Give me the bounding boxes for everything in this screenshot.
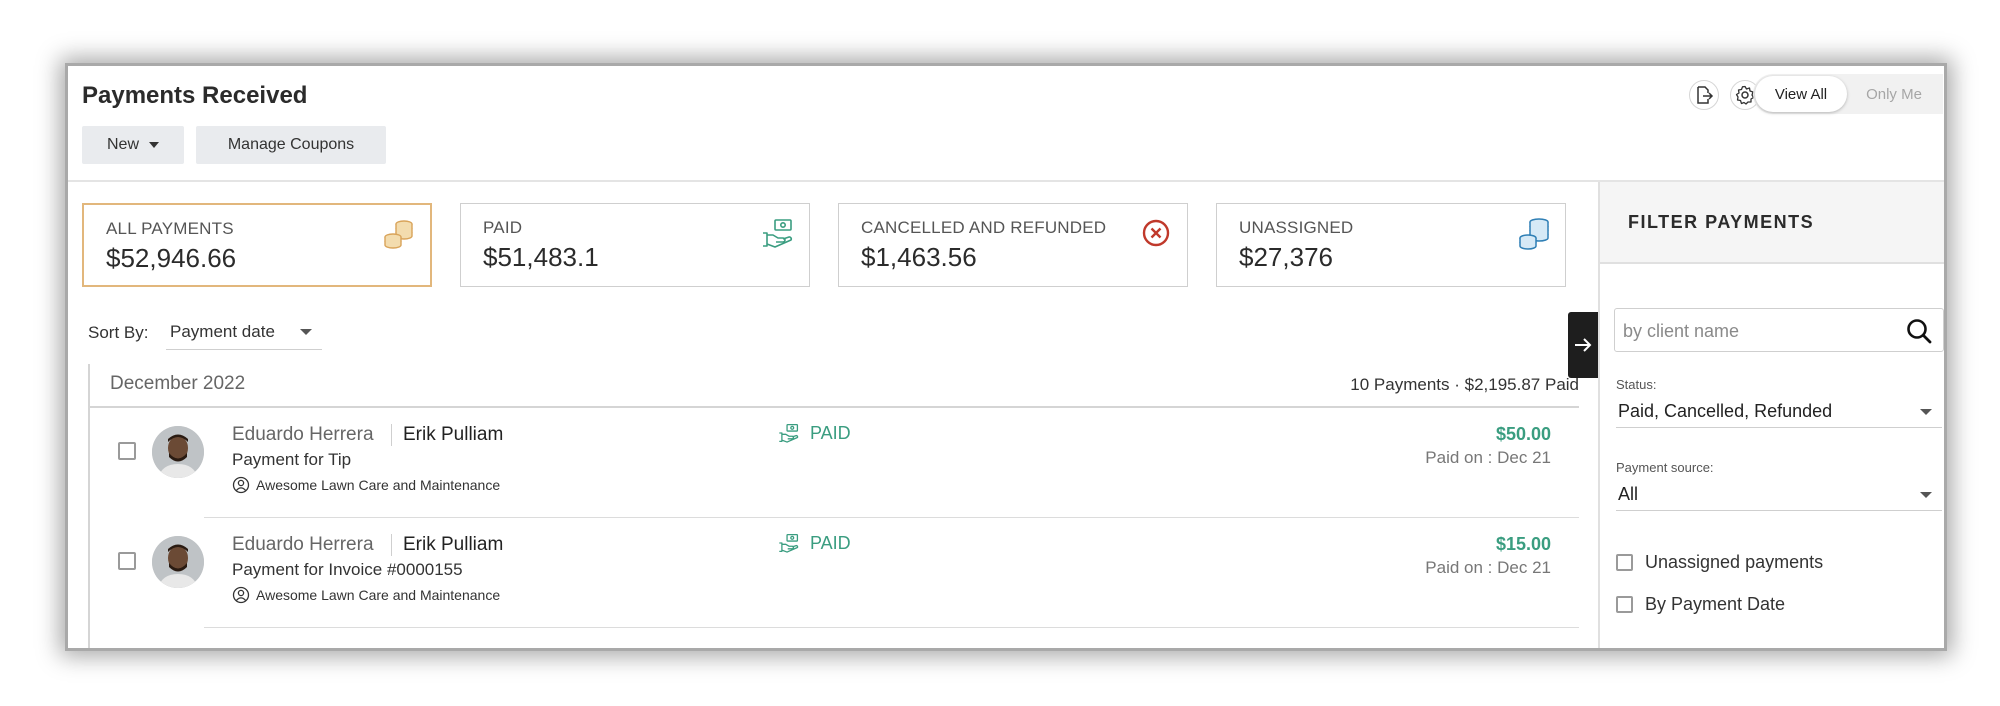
caret-down-icon (1920, 409, 1932, 415)
checkbox-label: By Payment Date (1645, 594, 1786, 614)
card-value: $27,376 (1239, 242, 1333, 272)
by-payment-date-checkbox[interactable]: By Payment Date (1616, 594, 1785, 615)
new-button[interactable]: New (82, 126, 184, 164)
export-icon (1697, 86, 1714, 104)
payment-amount: $50.00 (1495, 424, 1551, 444)
status-filter-select[interactable]: Paid, Cancelled, Refunded (1616, 396, 1942, 428)
month-group-header: December 2022 10 Payments · $2,195.87 Pa… (90, 364, 1579, 408)
company-line: Awesome Lawn Care and Maintenance (232, 476, 500, 494)
checkbox-label: Unassigned payments (1645, 552, 1824, 572)
avatar (152, 426, 204, 478)
app-window: Payments Received New Manage Coupons Vie… (68, 66, 1944, 648)
company-name: Awesome Lawn Care and Maintenance (256, 477, 501, 493)
staff-name: Erik Pulliam (403, 424, 504, 445)
name-separator (391, 534, 392, 556)
client-search (1614, 308, 1944, 352)
user-circle-icon (232, 586, 250, 604)
status-filter-value: Paid, Cancelled, Refunded (1618, 401, 1833, 421)
user-circle-icon (232, 476, 250, 494)
hand-money-icon (779, 533, 799, 553)
client-name[interactable]: Eduardo Herrera (232, 424, 374, 446)
page-title: Payments Received (82, 82, 308, 109)
avatar-image (152, 536, 204, 588)
paid-on-date: Paid on : Dec 21 (1425, 448, 1551, 467)
hand-money-icon (779, 423, 799, 443)
payment-amount: $15.00 (1495, 534, 1551, 554)
row-checkbox[interactable] (118, 552, 136, 570)
search-icon[interactable] (1905, 317, 1933, 345)
client-search-input[interactable] (1623, 315, 1893, 347)
card-paid[interactable]: PAID $51,483.1 (460, 203, 810, 287)
card-label: ALL PAYMENTS (106, 219, 234, 238)
paid-on-date: Paid on : Dec 21 (1425, 558, 1551, 577)
staff-name: Erik Pulliam (403, 534, 504, 555)
card-unassigned[interactable]: UNASSIGNED $27,376 (1216, 203, 1566, 287)
status-text: PAID (810, 532, 851, 553)
card-label: CANCELLED AND REFUNDED (861, 218, 1107, 237)
month-summary: 10 Payments · $2,195.87 Paid (1350, 375, 1579, 394)
row-checkbox[interactable] (118, 442, 136, 460)
manage-coupons-button[interactable]: Manage Coupons (196, 126, 386, 164)
checkbox[interactable] (1616, 554, 1633, 571)
unassigned-payments-checkbox[interactable]: Unassigned payments (1616, 552, 1823, 573)
status-filter-label: Status: (1616, 377, 1657, 392)
card-all-payments[interactable]: ALL PAYMENTS $52,946.66 (82, 203, 432, 287)
sort-value: Payment date (170, 321, 275, 341)
row-divider (204, 627, 1579, 628)
avatar-image (152, 426, 204, 478)
status-badge: PAID (778, 422, 851, 444)
payment-source-label: Payment source: (1616, 460, 1714, 475)
payment-description: Payment for Tip (232, 450, 352, 469)
month-title: December 2022 (110, 373, 246, 394)
card-value: $51,483.1 (483, 242, 599, 272)
sort-label: Sort By: (88, 323, 149, 342)
caret-down-icon (1920, 492, 1932, 498)
status-badge: PAID (778, 532, 851, 554)
company-name: Awesome Lawn Care and Maintenance (256, 587, 501, 603)
payment-row[interactable]: Eduardo Herrera Erik Pulliam Payment for… (90, 518, 1579, 628)
card-label: UNASSIGNED (1239, 218, 1354, 237)
new-button-label: New (106, 136, 139, 153)
company-line: Awesome Lawn Care and Maintenance (232, 586, 500, 604)
checkbox[interactable] (1616, 596, 1633, 613)
card-value: $52,946.66 (106, 243, 237, 273)
caret-down-icon (300, 329, 312, 335)
card-cancelled-refunded[interactable]: CANCELLED AND REFUNDED $1,463.56 (838, 203, 1188, 287)
card-value: $1,463.56 (861, 242, 977, 272)
payment-row[interactable]: Eduardo Herrera Erik Pulliam Payment for… (90, 408, 1579, 518)
arrow-right-icon (1575, 338, 1592, 352)
hand-money-icon (763, 219, 793, 248)
filter-header: FILTER PAYMENTS (1600, 182, 1944, 264)
top-bar: Payments Received New Manage Coupons Vie… (68, 66, 1944, 182)
caret-down-icon (149, 142, 159, 148)
payment-source-value: All (1618, 484, 1639, 504)
filter-panel: FILTER PAYMENTS Status: Paid, Cancelled,… (1598, 182, 1944, 648)
name-separator (391, 424, 392, 446)
collapse-filter-button[interactable] (1568, 312, 1598, 378)
coins-icon (384, 220, 413, 249)
payment-description: Payment for Invoice #0000155 (232, 560, 463, 579)
only-me-toggle[interactable]: Only Me (1854, 76, 1934, 112)
view-all-toggle[interactable]: View All (1755, 76, 1847, 112)
cancel-circle-icon (1142, 219, 1170, 247)
card-label: PAID (483, 218, 523, 237)
avatar (152, 536, 204, 588)
payments-list: December 2022 10 Payments · $2,195.87 Pa… (88, 364, 1579, 648)
filter-title: FILTER PAYMENTS (1628, 212, 1815, 232)
sort-select[interactable]: Payment date (166, 314, 322, 350)
client-name[interactable]: Eduardo Herrera (232, 534, 374, 556)
gear-icon (1735, 85, 1755, 105)
coin-stack-icon (1519, 218, 1549, 250)
status-text: PAID (810, 422, 851, 443)
export-button[interactable] (1689, 80, 1719, 110)
payment-source-select[interactable]: All (1616, 479, 1942, 511)
